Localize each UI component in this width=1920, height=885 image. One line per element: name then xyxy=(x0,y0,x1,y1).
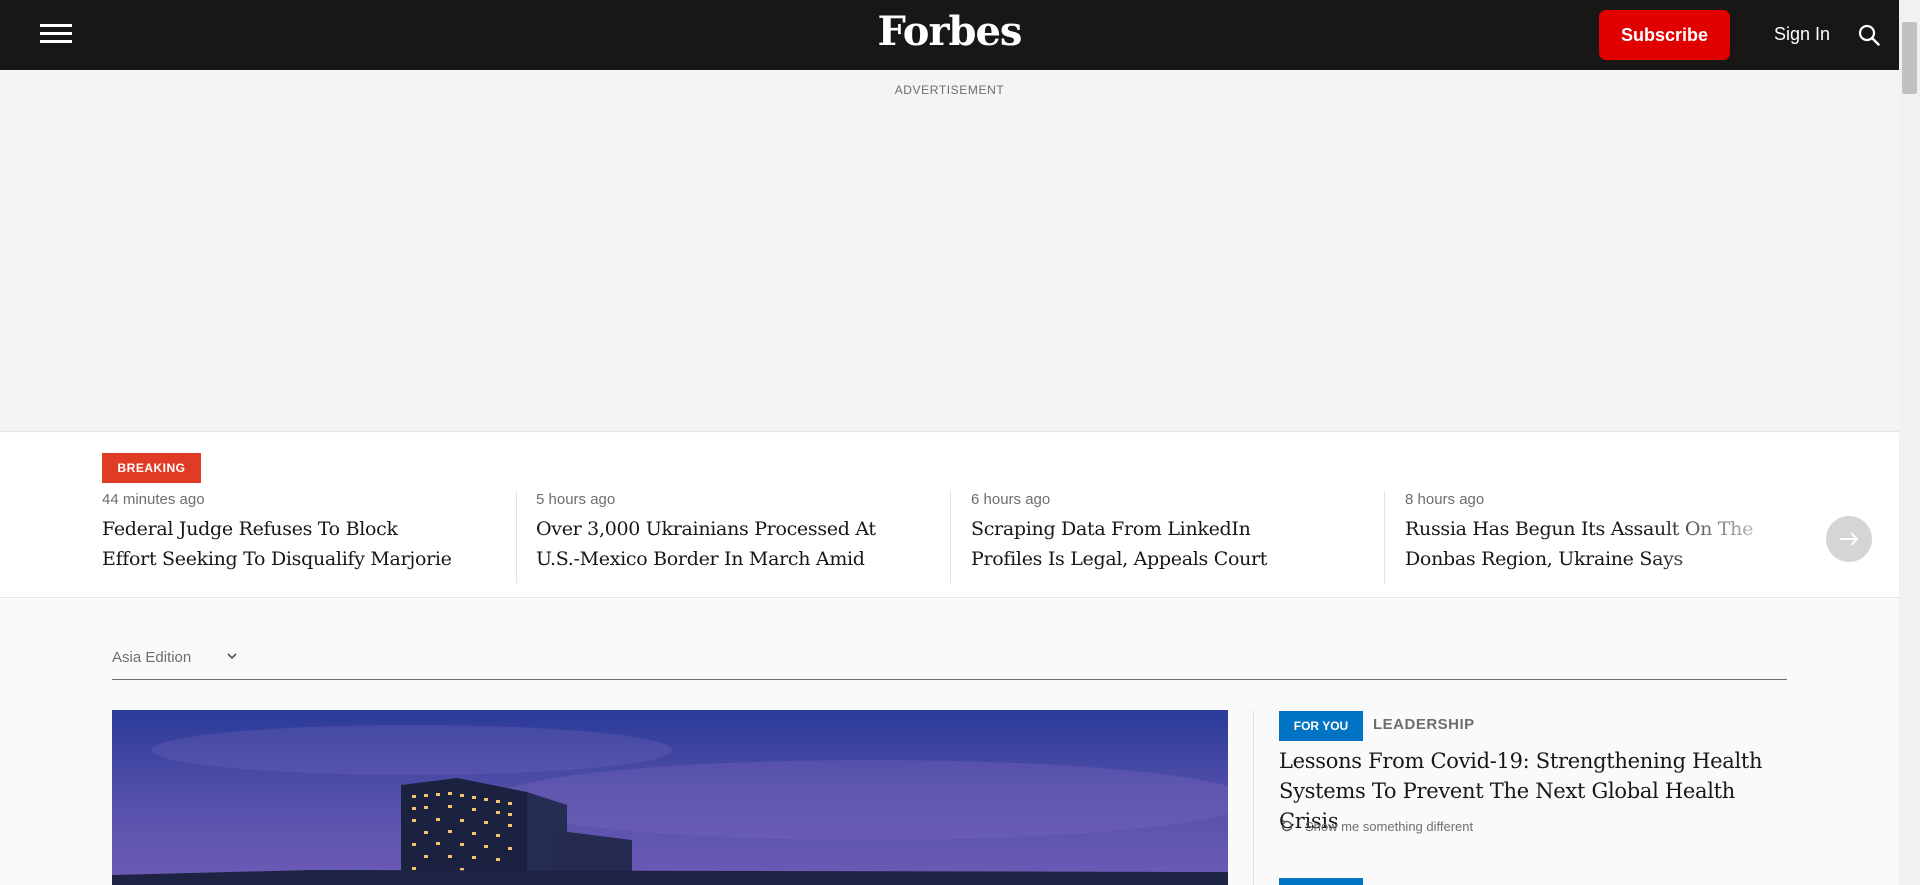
advertisement-label: ADVERTISEMENT xyxy=(894,83,1005,97)
hero-building-illustration xyxy=(112,710,1228,885)
column-divider xyxy=(1253,710,1254,885)
breaking-badge: BREAKING xyxy=(102,453,201,483)
story-time: 5 hours ago xyxy=(536,491,616,508)
show-something-different-button[interactable]: Show me something different xyxy=(1279,818,1473,834)
scrollbar-thumb[interactable] xyxy=(1902,22,1917,94)
next-story-badge xyxy=(1279,878,1363,885)
shuffle-label: Show me something different xyxy=(1305,818,1474,834)
breaking-story[interactable]: 5 hours ago Over 3,000 Ukrainians Proces… xyxy=(536,491,886,574)
page-scrollbar[interactable] xyxy=(1899,0,1920,885)
arrow-right-icon xyxy=(1840,532,1859,546)
story-headline[interactable]: Scraping Data From LinkedIn Profiles Is … xyxy=(971,514,1321,574)
story-headline[interactable]: Over 3,000 Ukrainians Processed At U.S.-… xyxy=(536,514,886,574)
story-time: 6 hours ago xyxy=(971,491,1051,508)
subscribe-button[interactable]: Subscribe xyxy=(1599,10,1730,60)
refresh-icon xyxy=(1281,819,1293,832)
carousel-next-button[interactable] xyxy=(1826,516,1872,562)
hamburger-menu-icon[interactable] xyxy=(40,24,72,46)
search-icon[interactable] xyxy=(1858,24,1880,46)
edition-label[interactable]: Asia Edition xyxy=(112,649,191,666)
sign-in-link[interactable]: Sign In xyxy=(1774,24,1830,45)
story-time: 44 minutes ago xyxy=(102,491,205,508)
edition-selector[interactable]: Asia Edition xyxy=(112,640,1787,680)
carousel-fade-overlay xyxy=(1650,483,1800,593)
story-divider xyxy=(950,491,951,583)
for-you-badge: FOR YOU xyxy=(1279,711,1363,741)
breaking-story[interactable]: 6 hours ago Scraping Data From LinkedIn … xyxy=(971,491,1321,574)
story-headline[interactable]: Federal Judge Refuses To Block Effort Se… xyxy=(102,514,452,574)
forbes-logo[interactable]: Forbes xyxy=(878,8,1023,55)
section-label[interactable]: LEADERSHIP xyxy=(1373,716,1475,733)
advertisement-area: ADVERTISEMENT xyxy=(0,70,1899,432)
chevron-down-icon[interactable] xyxy=(226,650,238,662)
breaking-story[interactable]: 44 minutes ago Federal Judge Refuses To … xyxy=(102,491,452,574)
hero-image[interactable] xyxy=(112,710,1228,885)
breaking-news-strip: BREAKING 44 minutes ago Federal Judge Re… xyxy=(0,433,1899,598)
story-divider xyxy=(1384,491,1385,583)
top-navigation-bar: Forbes Subscribe Sign In xyxy=(0,0,1899,70)
story-divider xyxy=(516,491,517,583)
